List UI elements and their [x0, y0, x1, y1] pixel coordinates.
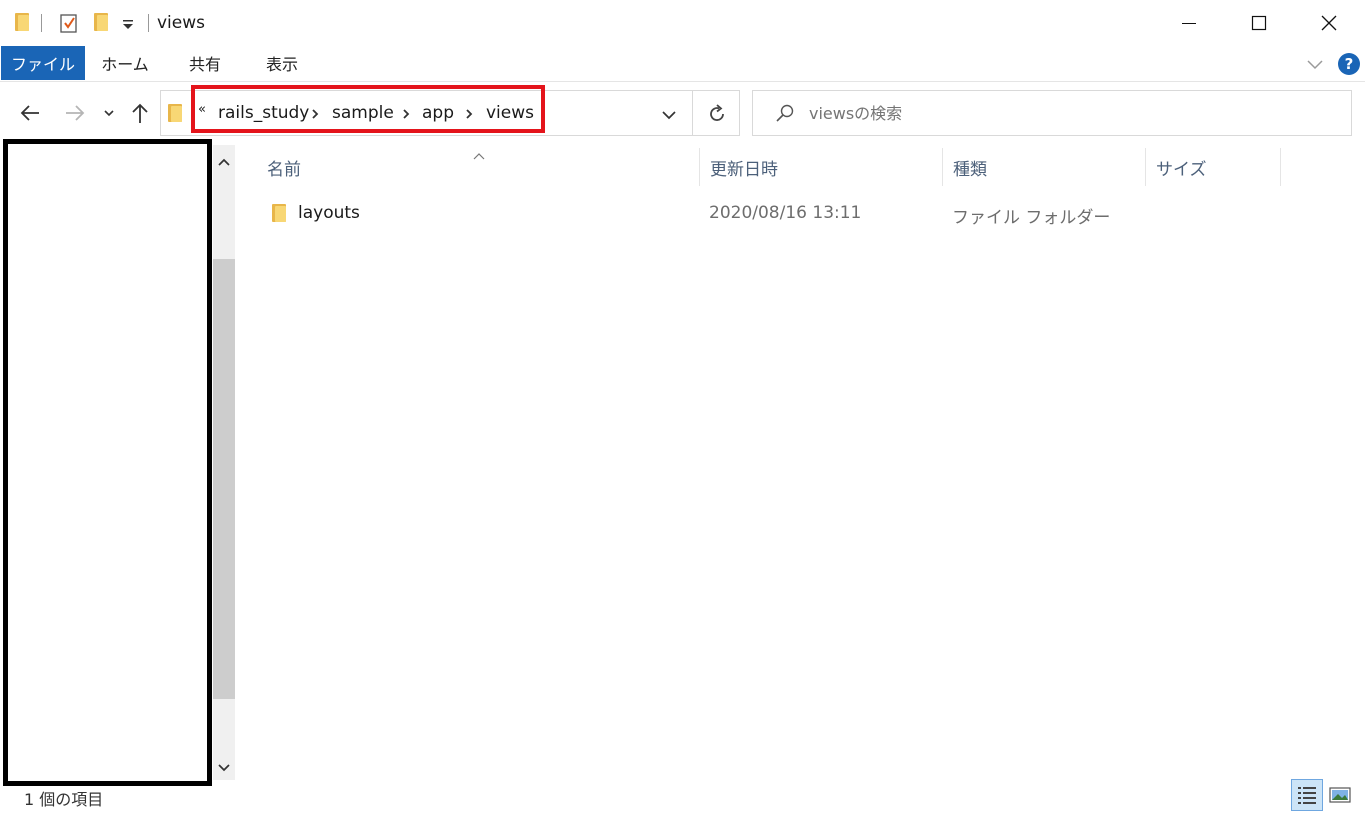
new-folder-icon[interactable] [94, 13, 108, 31]
folder-icon [15, 13, 29, 31]
large-icons-view-icon [1329, 787, 1351, 803]
back-button[interactable] [16, 100, 44, 126]
search-input[interactable] [809, 100, 1329, 126]
scroll-up-button[interactable] [216, 153, 232, 166]
status-item-count: 1 個の項目 [24, 790, 104, 809]
navigation-pane-redacted [3, 139, 212, 786]
up-button[interactable] [127, 100, 153, 126]
scroll-down-button[interactable] [216, 759, 232, 772]
refresh-button[interactable] [706, 103, 728, 125]
search-icon [775, 103, 795, 123]
minimize-button[interactable] [1154, 0, 1224, 46]
scroll-thumb[interactable] [213, 259, 235, 699]
column-divider[interactable] [942, 148, 943, 186]
chevron-down-icon [218, 764, 230, 772]
breadcrumb-highlight [191, 85, 545, 133]
column-divider[interactable] [1280, 148, 1281, 186]
folder-icon [168, 104, 182, 122]
customize-toolbar-icon[interactable] [121, 17, 135, 31]
tab-file[interactable]: ファイル [1, 46, 85, 80]
sort-ascending-icon [472, 145, 486, 160]
file-modified: 2020/08/16 13:11 [709, 203, 862, 223]
ribbon-tabs: ファイル ホーム 共有 表示 ? [0, 46, 1365, 82]
tab-home[interactable]: ホーム [90, 46, 160, 80]
details-view-button[interactable] [1291, 779, 1323, 811]
tab-share[interactable]: 共有 [172, 46, 238, 80]
column-divider[interactable] [699, 148, 700, 186]
search-box[interactable] [752, 90, 1352, 136]
details-view-icon [1298, 787, 1316, 804]
properties-icon[interactable] [59, 12, 79, 34]
window-title: views [157, 13, 206, 33]
column-divider[interactable] [1145, 148, 1146, 186]
large-icons-view-button[interactable] [1327, 783, 1353, 807]
title-bar: views [0, 0, 1365, 46]
close-button[interactable] [1294, 0, 1364, 46]
file-type: ファイル フォルダー [952, 208, 1111, 228]
chevron-up-icon [218, 158, 230, 166]
column-header-size[interactable]: サイズ [1156, 155, 1207, 180]
column-header-name[interactable]: 名前 [267, 155, 301, 180]
divider [692, 91, 693, 135]
tab-view[interactable]: 表示 [250, 46, 314, 80]
refresh-icon [710, 104, 724, 121]
maximize-icon [1251, 15, 1267, 31]
recent-locations-button[interactable] [100, 100, 118, 126]
maximize-button[interactable] [1224, 0, 1294, 46]
expand-ribbon-button[interactable] [1306, 56, 1324, 70]
navigation-scrollbar[interactable] [213, 145, 235, 780]
divider [148, 14, 149, 32]
help-button[interactable]: ? [1338, 53, 1360, 75]
arrow-up-icon [132, 103, 148, 123]
column-header-type[interactable]: 種類 [953, 155, 987, 180]
minimize-icon [1182, 23, 1196, 24]
arrow-right-icon [66, 105, 85, 121]
folder-icon [272, 204, 286, 222]
column-header-modified[interactable]: 更新日時 [710, 155, 778, 180]
close-icon [1321, 15, 1337, 31]
chevron-down-icon [662, 111, 676, 120]
arrow-left-icon [20, 105, 39, 121]
address-history-button[interactable] [661, 107, 677, 121]
file-name[interactable]: layouts [298, 203, 360, 223]
chevron-down-icon [1307, 60, 1323, 70]
chevron-down-icon [104, 110, 114, 117]
divider [41, 14, 42, 32]
forward-button[interactable] [61, 100, 89, 126]
